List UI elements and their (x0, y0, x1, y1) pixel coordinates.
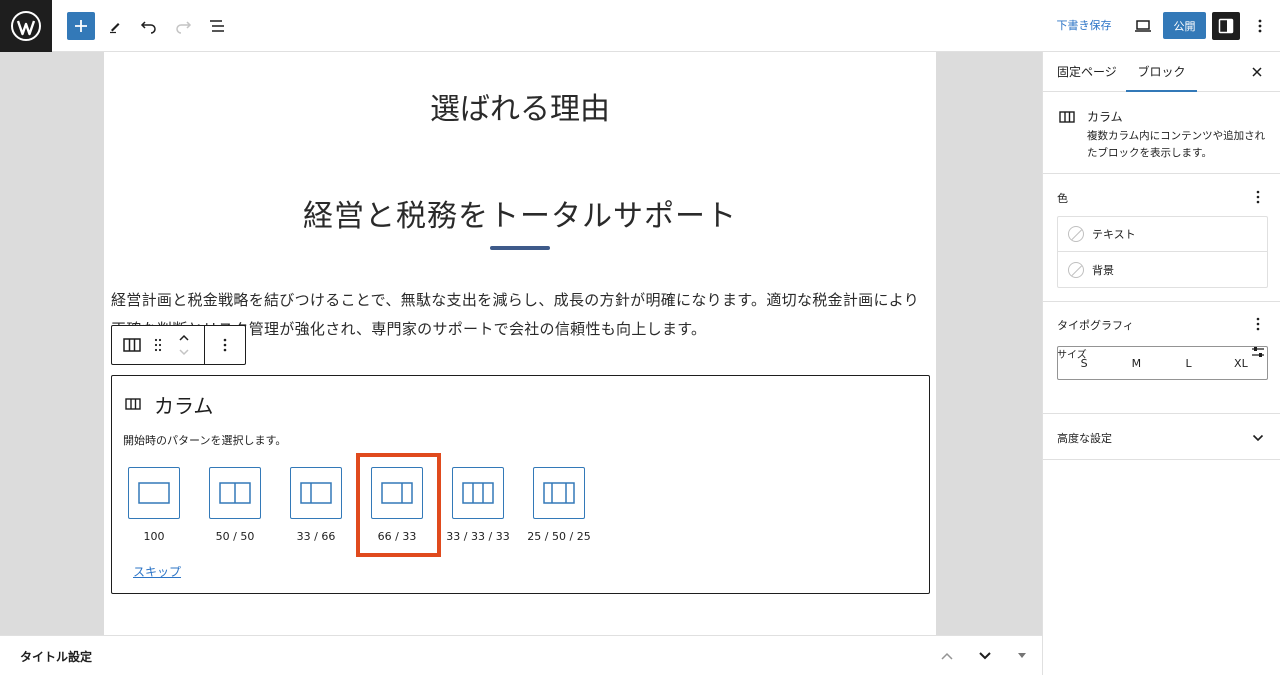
columns-icon (125, 395, 141, 414)
color-list: テキスト 背景 (1057, 216, 1268, 288)
color-panel-title: 色 (1057, 192, 1068, 205)
tab-block[interactable]: ブロック (1126, 52, 1197, 92)
move-up-icon[interactable] (937, 646, 957, 666)
color-item-label: テキスト (1092, 228, 1136, 241)
close-icon[interactable] (1247, 62, 1267, 82)
variation-25-50-25-button[interactable] (533, 467, 585, 519)
columns-33-33-33-icon (462, 482, 494, 504)
undo-icon[interactable] (135, 12, 163, 40)
empty-swatch-icon (1068, 261, 1084, 278)
size-option-m[interactable]: M (1110, 347, 1162, 379)
drag-handle-icon[interactable] (152, 326, 164, 364)
section-heading[interactable]: 選ばれる理由 (104, 84, 936, 128)
variation-label: 33 / 33 / 33 (446, 530, 510, 543)
variation-33-33-33-button[interactable] (452, 467, 504, 519)
move-down-icon[interactable] (178, 348, 190, 356)
move-down-icon[interactable] (975, 646, 995, 666)
variation-50-50-button[interactable] (209, 467, 261, 519)
highlight-box (356, 453, 441, 557)
save-draft-button[interactable]: 下書き保存 (1048, 12, 1120, 40)
block-options-icon[interactable] (205, 326, 245, 364)
block-card: カラム 複数カラム内にコンテンツや追加されたブロックを表示します。 (1043, 92, 1280, 174)
placeholder-title: カラム (154, 394, 214, 418)
block-card-title: カラム (1087, 110, 1123, 124)
publish-button[interactable]: 公開 (1163, 12, 1206, 39)
color-item-label: 背景 (1092, 263, 1114, 277)
sidebar-tabs: 固定ページ ブロック (1043, 52, 1280, 92)
options-menu-icon[interactable] (1246, 12, 1274, 40)
size-option-s[interactable]: S (1058, 347, 1110, 379)
size-option-xl[interactable]: XL (1215, 347, 1267, 379)
meta-box-panel: タイトル設定 (0, 635, 1042, 675)
variation-100-button[interactable] (128, 467, 180, 519)
wordpress-logo-icon[interactable] (0, 0, 52, 52)
variation-33-66-button[interactable] (290, 467, 342, 519)
toggle-panel-icon[interactable] (1012, 646, 1032, 666)
advanced-panel[interactable]: 高度な設定 (1043, 414, 1280, 460)
document-overview-icon[interactable] (203, 12, 231, 40)
block-toolbar (111, 325, 246, 365)
variation-label: 50 / 50 (215, 530, 255, 543)
columns-block-placeholder: カラム 開始時のパターンを選択します。 100 50 / 50 33 / 66 … (111, 375, 930, 594)
color-options-icon[interactable] (1248, 187, 1268, 207)
columns-33-66-icon (300, 482, 332, 504)
move-up-icon[interactable] (178, 334, 190, 342)
variation-label: 100 (143, 530, 165, 543)
color-item-text[interactable]: テキスト (1058, 217, 1267, 252)
columns-25-50-25-icon (543, 482, 575, 504)
variation-label: 25 / 50 / 25 (527, 530, 591, 543)
size-option-l[interactable]: L (1163, 347, 1215, 379)
settings-sidebar: 固定ページ ブロック カラム 複数カラム内にコンテンツや追加されたブロックを表示… (1042, 52, 1280, 675)
preview-desktop-icon[interactable] (1129, 12, 1157, 40)
tools-pencil-icon[interactable] (101, 12, 129, 40)
meta-box-title[interactable]: タイトル設定 (20, 648, 92, 665)
tab-page[interactable]: 固定ページ (1057, 52, 1117, 92)
move-block-controls (164, 326, 204, 364)
editor-top-bar: 下書き保存 公開 (0, 0, 1280, 52)
empty-swatch-icon (1068, 226, 1084, 242)
typography-options-icon[interactable] (1248, 314, 1268, 334)
block-type-columns-icon[interactable] (112, 326, 152, 364)
skip-link[interactable]: スキップ (133, 563, 181, 580)
variation-label: 33 / 66 (296, 530, 336, 543)
chevron-down-icon[interactable] (1248, 428, 1268, 448)
advanced-panel-title: 高度な設定 (1057, 432, 1112, 445)
main-heading[interactable]: 経営と税務をトータルサポート (104, 191, 936, 235)
redo-icon[interactable] (169, 12, 197, 40)
columns-100-icon (138, 482, 170, 504)
heading-underline (490, 246, 550, 250)
placeholder-instructions: 開始時のパターンを選択します。 (123, 434, 287, 447)
font-size-picker: S M L XL (1057, 346, 1268, 380)
columns-50-50-icon (219, 482, 251, 504)
block-card-description: 複数カラム内にコンテンツや追加されたブロックを表示します。 (1087, 130, 1266, 159)
color-item-background[interactable]: 背景 (1058, 252, 1267, 287)
add-block-button[interactable] (67, 12, 95, 40)
typography-panel-title: タイポグラフィ (1057, 319, 1134, 332)
columns-icon (1059, 108, 1075, 127)
settings-sidebar-toggle-icon[interactable] (1212, 12, 1240, 40)
